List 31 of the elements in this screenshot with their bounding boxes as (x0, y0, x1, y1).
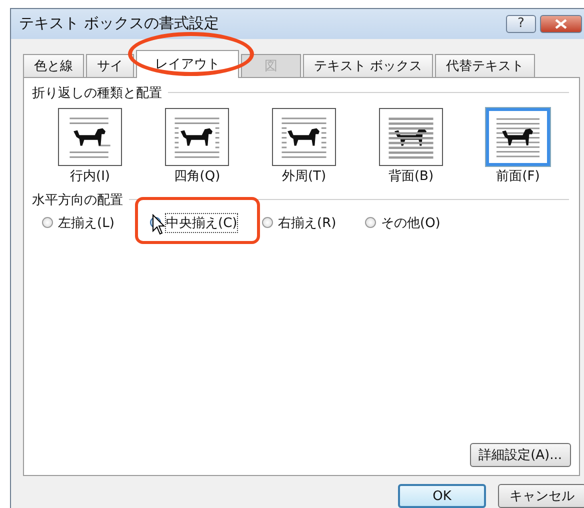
wrap-style-button[interactable] (379, 108, 443, 166)
window-title: テキスト ボックスの書式設定 (19, 14, 220, 34)
close-button[interactable] (540, 14, 582, 33)
wrap-style-button[interactable] (272, 108, 336, 166)
section-title: 折り返しの種類と配置 (32, 84, 162, 102)
radio-label[interactable]: 右揃え(R) (277, 212, 338, 233)
radio-button[interactable] (42, 217, 53, 228)
tab[interactable]: テキスト ボックス (303, 54, 434, 77)
radio-button[interactable] (365, 217, 376, 228)
close-icon (554, 18, 568, 29)
advanced-settings-button[interactable]: 詳細設定(A)... (470, 443, 571, 467)
radio-label[interactable]: 中央揃え(C) (165, 212, 238, 233)
wrap-style-label: 外周(T) (282, 168, 326, 185)
tab[interactable]: 代替テキスト (435, 54, 536, 77)
wrap-style-button[interactable] (58, 108, 122, 166)
dialog-button[interactable]: OK (398, 484, 486, 508)
tab[interactable]: サイ (86, 54, 134, 77)
help-button[interactable]: ? (506, 14, 536, 33)
tab[interactable]: 色と線 (23, 54, 84, 77)
wrap-style-label: 背面(B) (388, 168, 434, 185)
section-title: 水平方向の配置 (32, 192, 123, 209)
radio-label[interactable]: 左揃え(L) (57, 212, 116, 233)
dialog-button[interactable]: キャンセル (498, 484, 584, 508)
mouse-pointer-icon (152, 214, 166, 236)
wrap-style-label: 四角(Q) (174, 168, 220, 185)
wrap-style-button[interactable] (486, 108, 550, 166)
radio-label[interactable]: その他(O) (380, 212, 442, 233)
wrap-style-button[interactable] (165, 108, 229, 166)
wrap-style-label: 行内(I) (70, 168, 110, 185)
wrap-style-label: 前面(F) (496, 168, 540, 185)
radio-button[interactable] (262, 217, 273, 228)
